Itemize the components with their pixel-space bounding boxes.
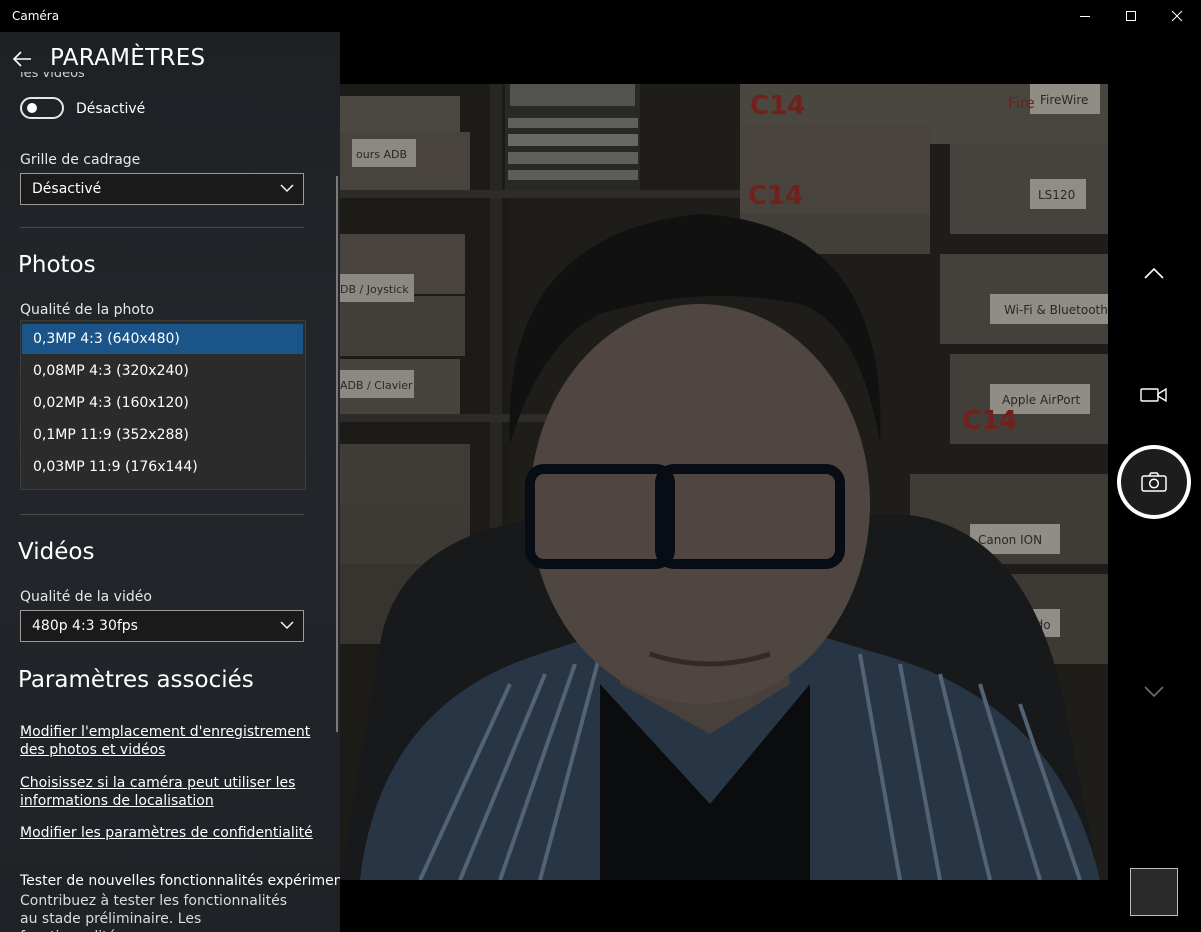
videos-heading: Vidéos [18, 539, 95, 565]
video-mode-button[interactable] [1136, 380, 1172, 410]
divider [20, 227, 304, 228]
app-title: Caméra [12, 9, 60, 23]
maximize-icon [1126, 11, 1136, 21]
photos-heading: Photos [18, 252, 96, 278]
chevron-up-icon [1144, 267, 1164, 279]
photo-quality-option[interactable]: 0,03MP 11:9 (176x144) [22, 452, 303, 482]
camera-frame: C14 C14 Fire FireWire LS120 ours ADB DB … [340, 84, 1108, 880]
truncated-label: les vidéos [20, 72, 85, 84]
toggle-state-label: Désactivé [76, 101, 146, 117]
chevron-down-icon [1144, 686, 1164, 698]
related-settings-heading: Paramètres associés [18, 667, 254, 693]
photo-quality-option[interactable]: 0,1MP 11:9 (352x288) [22, 420, 303, 450]
experimental-features-description: Contribuez à tester les fonctionnalités … [20, 893, 288, 932]
toggle-knob [27, 103, 37, 113]
framing-grid-select[interactable]: Désactivé [20, 173, 304, 205]
save-location-link[interactable]: Modifier l'emplacement d'enregistrement … [20, 723, 320, 759]
title-bar: Caméra [0, 0, 1201, 32]
video-quality-label: Qualité de la vidéo [20, 589, 152, 605]
divider [20, 514, 304, 515]
photo-quality-label: Qualité de la photo [20, 302, 155, 318]
truncated-label-text: les vidéos [20, 72, 85, 81]
photo-quality-dropdown: 0,3MP 4:3 (640x480) 0,08MP 4:3 (320x240)… [20, 320, 306, 490]
photo-quality-option[interactable]: 0,02MP 4:3 (160x120) [22, 388, 303, 418]
take-photo-button-inner [1121, 449, 1187, 515]
take-photo-button[interactable] [1117, 445, 1191, 519]
camera-icon [1141, 472, 1167, 492]
back-arrow-icon [12, 51, 31, 67]
privacy-settings-link[interactable]: Modifier les paramètres de confidentiali… [20, 824, 320, 842]
setting-toggle[interactable] [20, 97, 64, 119]
camera-preview: C14 C14 Fire FireWire LS120 ours ADB DB … [340, 84, 1108, 880]
maximize-button[interactable] [1108, 0, 1154, 32]
minimize-icon [1080, 16, 1090, 17]
video-quality-select[interactable]: 480p 4:3 30fps [20, 610, 304, 642]
back-button[interactable] [12, 48, 34, 70]
close-icon [1171, 10, 1183, 22]
experimental-features-title: Tester de nouvelles fonctionnalités expé… [20, 873, 340, 889]
framing-grid-label: Grille de cadrage [20, 152, 141, 168]
panel-scrollbar[interactable] [336, 176, 338, 732]
location-permission-link[interactable]: Choisissez si la caméra peut utiliser le… [20, 774, 320, 810]
video-quality-value: 480p 4:3 30fps [32, 618, 138, 634]
settings-panel: PARAMÈTRES les vidéos Désactivé Grille d… [0, 32, 340, 932]
chevron-down-icon [280, 621, 294, 629]
framing-grid-value: Désactivé [32, 181, 102, 197]
close-button[interactable] [1154, 0, 1200, 32]
chevron-down-icon [280, 184, 294, 192]
photo-quality-option[interactable]: 0,08MP 4:3 (320x240) [22, 356, 303, 386]
minimize-button[interactable] [1062, 0, 1108, 32]
scroll-up-button[interactable] [1137, 256, 1171, 290]
last-photo-thumbnail[interactable] [1130, 868, 1178, 916]
scroll-down-button[interactable] [1137, 680, 1171, 704]
photo-quality-option[interactable]: 0,3MP 4:3 (640x480) [22, 324, 303, 354]
settings-title: PARAMÈTRES [50, 45, 206, 71]
video-camera-icon [1140, 387, 1167, 403]
